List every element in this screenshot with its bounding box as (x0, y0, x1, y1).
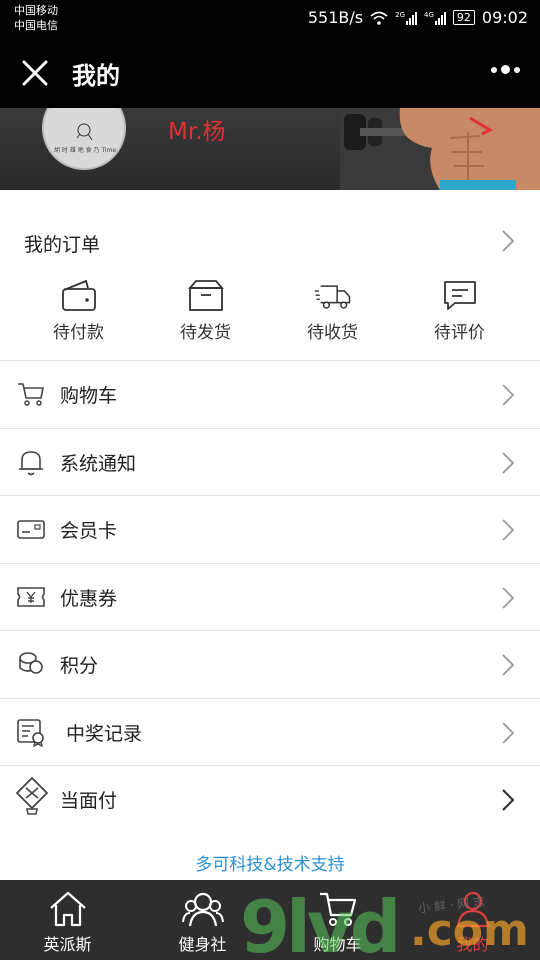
fitness-model-image (340, 108, 540, 190)
truck-icon (314, 285, 350, 309)
order-label: 待发货 (180, 323, 231, 343)
username: Mr.杨 (168, 119, 226, 145)
page-title: 我的 (72, 62, 120, 90)
nav-label: 我的 (456, 935, 489, 954)
box-icon (187, 280, 224, 311)
menu-item-in-person-pay[interactable]: 当面付 (0, 765, 540, 833)
nav-label: 购物车 (313, 935, 362, 954)
certificate-icon (17, 718, 44, 747)
menu-list: 购物车 系统通知 会员卡 优惠券 积分 中奖记录 当面付 (0, 360, 540, 833)
order-pending-review[interactable]: 待评价 (396, 278, 523, 343)
menu-item-points[interactable]: 积分 (0, 630, 540, 698)
nav-tab-cart[interactable]: 购物车 (270, 880, 405, 960)
chevron-right-icon (502, 230, 514, 252)
menu-item-cart[interactable]: 购物车 (0, 360, 540, 428)
chevron-right-icon (502, 451, 514, 474)
tech-support-link[interactable]: 多可科技&技术支持 (0, 850, 540, 875)
comment-icon (443, 281, 476, 310)
menu-item-notifications[interactable]: 系统通知 (0, 427, 540, 496)
bell-icon (19, 450, 43, 475)
cart-icon (319, 892, 356, 926)
carrier-1: 中国移动 (14, 4, 58, 17)
network-type-2: 4G (424, 10, 434, 19)
chevron-right-icon (502, 586, 514, 609)
chevron-right-icon (502, 519, 514, 541)
network-type-1: 2G (395, 10, 405, 19)
chevron-right-icon (502, 789, 514, 811)
order-pending-receipt[interactable]: 待收货 (269, 278, 396, 343)
menu-item-prize-records[interactable]: 中奖记录 (0, 697, 540, 766)
menu-item-label: 当面付 (60, 790, 118, 812)
chevron-right-icon (502, 654, 514, 676)
my-orders-row[interactable]: 我的订单 (0, 220, 540, 264)
signal-icon: 2G (395, 11, 417, 25)
home-icon (49, 891, 86, 927)
menu-item-label: 优惠券 (60, 587, 118, 610)
card-icon (17, 520, 45, 539)
nav-tab-home[interactable]: 英派斯 (0, 880, 135, 960)
avatar[interactable]: 胡 时 雄 地 食 乃 Time (42, 108, 126, 170)
chevron-right-icon (502, 721, 514, 744)
bottom-nav: 英派斯 健身社 购物车 我的 (0, 880, 540, 960)
coins-icon (19, 652, 43, 674)
chevron-right-icon (502, 384, 514, 406)
carrier-info: 中国移动 中国电信 (14, 3, 58, 33)
coupon-icon (17, 586, 45, 607)
menu-item-member-card[interactable]: 会员卡 (0, 495, 540, 563)
nav-tab-community[interactable]: 健身社 (135, 880, 270, 960)
nav-tab-mine[interactable]: 我的 (405, 880, 540, 960)
menu-item-label: 会员卡 (60, 520, 118, 542)
close-icon[interactable] (20, 58, 50, 88)
status-bar: 中国移动 中国电信 551B/s 2G 4G 92 09:02 (0, 0, 540, 38)
title-bar: 我的 (0, 38, 540, 108)
more-options-icon[interactable] (491, 65, 520, 74)
menu-item-coupons[interactable]: 优惠券 (0, 562, 540, 631)
community-icon (181, 892, 224, 927)
carrier-2: 中国电信 (14, 19, 58, 32)
order-label: 待评价 (434, 323, 485, 343)
nav-label: 英派斯 (43, 935, 92, 954)
menu-item-label: 中奖记录 (66, 722, 143, 745)
nav-label: 健身社 (178, 935, 227, 954)
avatar-caption: 胡 时 雄 地 食 乃 Time (54, 147, 117, 154)
content-panel: 我的订单 待付款 待发货 待收货 待评价 购物车 系统通知 会员卡 优惠券 积分… (0, 190, 540, 880)
wallet-icon (61, 279, 96, 311)
menu-item-label: 购物车 (60, 385, 118, 407)
profile-banner: 胡 时 雄 地 食 乃 Time Mr.杨 (0, 108, 540, 190)
user-icon (456, 891, 489, 928)
battery-icon: 92 (452, 10, 475, 25)
cart-icon (18, 383, 44, 406)
order-label: 待收货 (307, 323, 358, 343)
menu-item-label: 系统通知 (60, 452, 137, 475)
order-pending-payment[interactable]: 待付款 (15, 278, 142, 343)
menu-item-label: 积分 (60, 655, 99, 677)
my-orders-title: 我的订单 (24, 234, 101, 256)
avatar-drawing-icon (76, 123, 93, 141)
status-right: 551B/s 2G 4G 92 09:02 (308, 8, 528, 27)
signal-icon-2: 4G (424, 11, 446, 25)
order-status-bar: 待付款 待发货 待收货 待评价 (0, 278, 540, 343)
wifi-icon (370, 11, 388, 25)
order-pending-shipment[interactable]: 待发货 (142, 278, 269, 343)
pay-icon (15, 776, 49, 815)
network-speed: 551B/s (307, 8, 364, 27)
clock: 09:02 (481, 8, 528, 27)
order-label: 待付款 (53, 323, 104, 343)
